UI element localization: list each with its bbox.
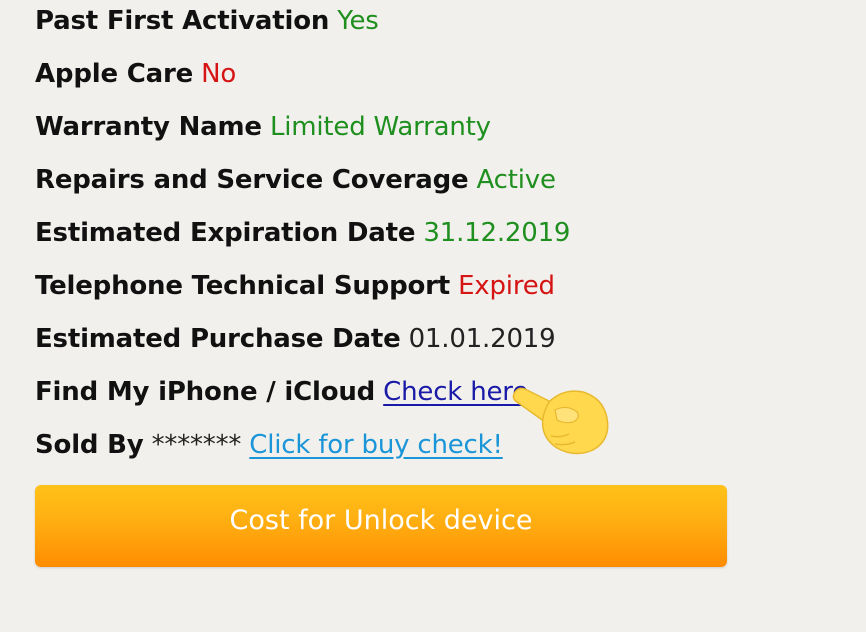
estimated-expiration-date-label: Estimated Expiration Date	[35, 218, 416, 248]
past-first-activation-value: Yes	[337, 6, 379, 36]
unlock-cost-button-label: Cost for Unlock device	[229, 504, 533, 536]
telephone-technical-support-label: Telephone Technical Support	[35, 271, 450, 301]
row-apple-care: Apple Care No	[35, 57, 236, 91]
row-warranty-name: Warranty Name Limited Warranty	[35, 110, 491, 144]
estimated-purchase-date-value: 01.01.2019	[408, 324, 556, 354]
row-find-my-iphone: Find My iPhone / iCloud Check here	[35, 375, 528, 409]
unlock-cost-button[interactable]: Cost for Unlock device	[35, 485, 727, 567]
repairs-service-coverage-value: Active	[476, 165, 556, 195]
row-telephone-technical-support: Telephone Technical Support Expired	[35, 269, 555, 303]
apple-care-value: No	[201, 59, 237, 89]
estimated-purchase-date-label: Estimated Purchase Date	[35, 324, 401, 354]
warranty-name-label: Warranty Name	[35, 112, 262, 142]
buy-check-link[interactable]: Click for buy check!	[249, 430, 503, 460]
row-estimated-expiration-date: Estimated Expiration Date 31.12.2019	[35, 216, 570, 250]
apple-care-label: Apple Care	[35, 59, 194, 89]
check-here-link[interactable]: Check here	[383, 377, 528, 407]
telephone-technical-support-value: Expired	[458, 271, 555, 301]
sold-by-value: *******	[151, 430, 242, 460]
repairs-service-coverage-label: Repairs and Service Coverage	[35, 165, 469, 195]
find-my-iphone-label: Find My iPhone / iCloud	[35, 377, 376, 407]
row-estimated-purchase-date: Estimated Purchase Date 01.01.2019	[35, 322, 556, 356]
row-past-first-activation: Past First Activation Yes	[35, 4, 379, 38]
past-first-activation-label: Past First Activation	[35, 6, 330, 36]
row-repairs-service-coverage: Repairs and Service Coverage Active	[35, 163, 556, 197]
warranty-name-value: Limited Warranty	[269, 112, 491, 142]
row-sold-by: Sold By ******* Click for buy check!	[35, 428, 503, 462]
sold-by-label: Sold By	[35, 430, 144, 460]
estimated-expiration-date-value: 31.12.2019	[423, 218, 571, 248]
